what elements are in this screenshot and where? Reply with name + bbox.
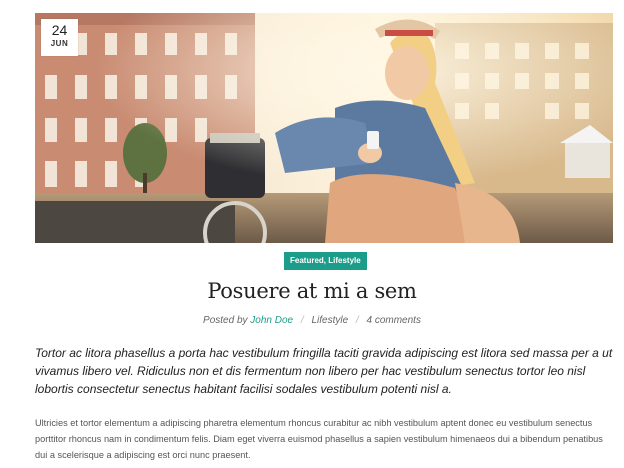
date-badge: 24 JUN — [41, 19, 78, 56]
author-link[interactable]: John Doe — [250, 315, 293, 326]
meta-separator: / — [300, 315, 304, 326]
post-meta: Posted by John Doe / Lifestyle / 4 comme… — [0, 315, 624, 326]
date-day: 24 — [51, 22, 68, 38]
post-title[interactable]: Posuere at mi a sem — [0, 279, 624, 303]
category-link-featured[interactable]: Featured — [290, 256, 324, 265]
post-body-paragraph: Ultricies et tortor elementum a adipisci… — [35, 418, 603, 460]
post-lead-paragraph: Tortor ac litora phasellus a porta hac v… — [35, 346, 613, 396]
meta-category-link[interactable]: Lifestyle — [311, 315, 348, 326]
date-month: JUN — [50, 39, 69, 48]
meta-separator: / — [355, 315, 359, 326]
featured-image[interactable] — [35, 13, 613, 243]
comments-link[interactable]: 4 comments — [366, 315, 420, 326]
featured-photo — [35, 13, 613, 243]
posted-by-label: Posted by — [203, 315, 248, 326]
category-tags: Featured, Lifestyle — [284, 252, 367, 270]
category-link-lifestyle[interactable]: Lifestyle — [328, 256, 360, 265]
